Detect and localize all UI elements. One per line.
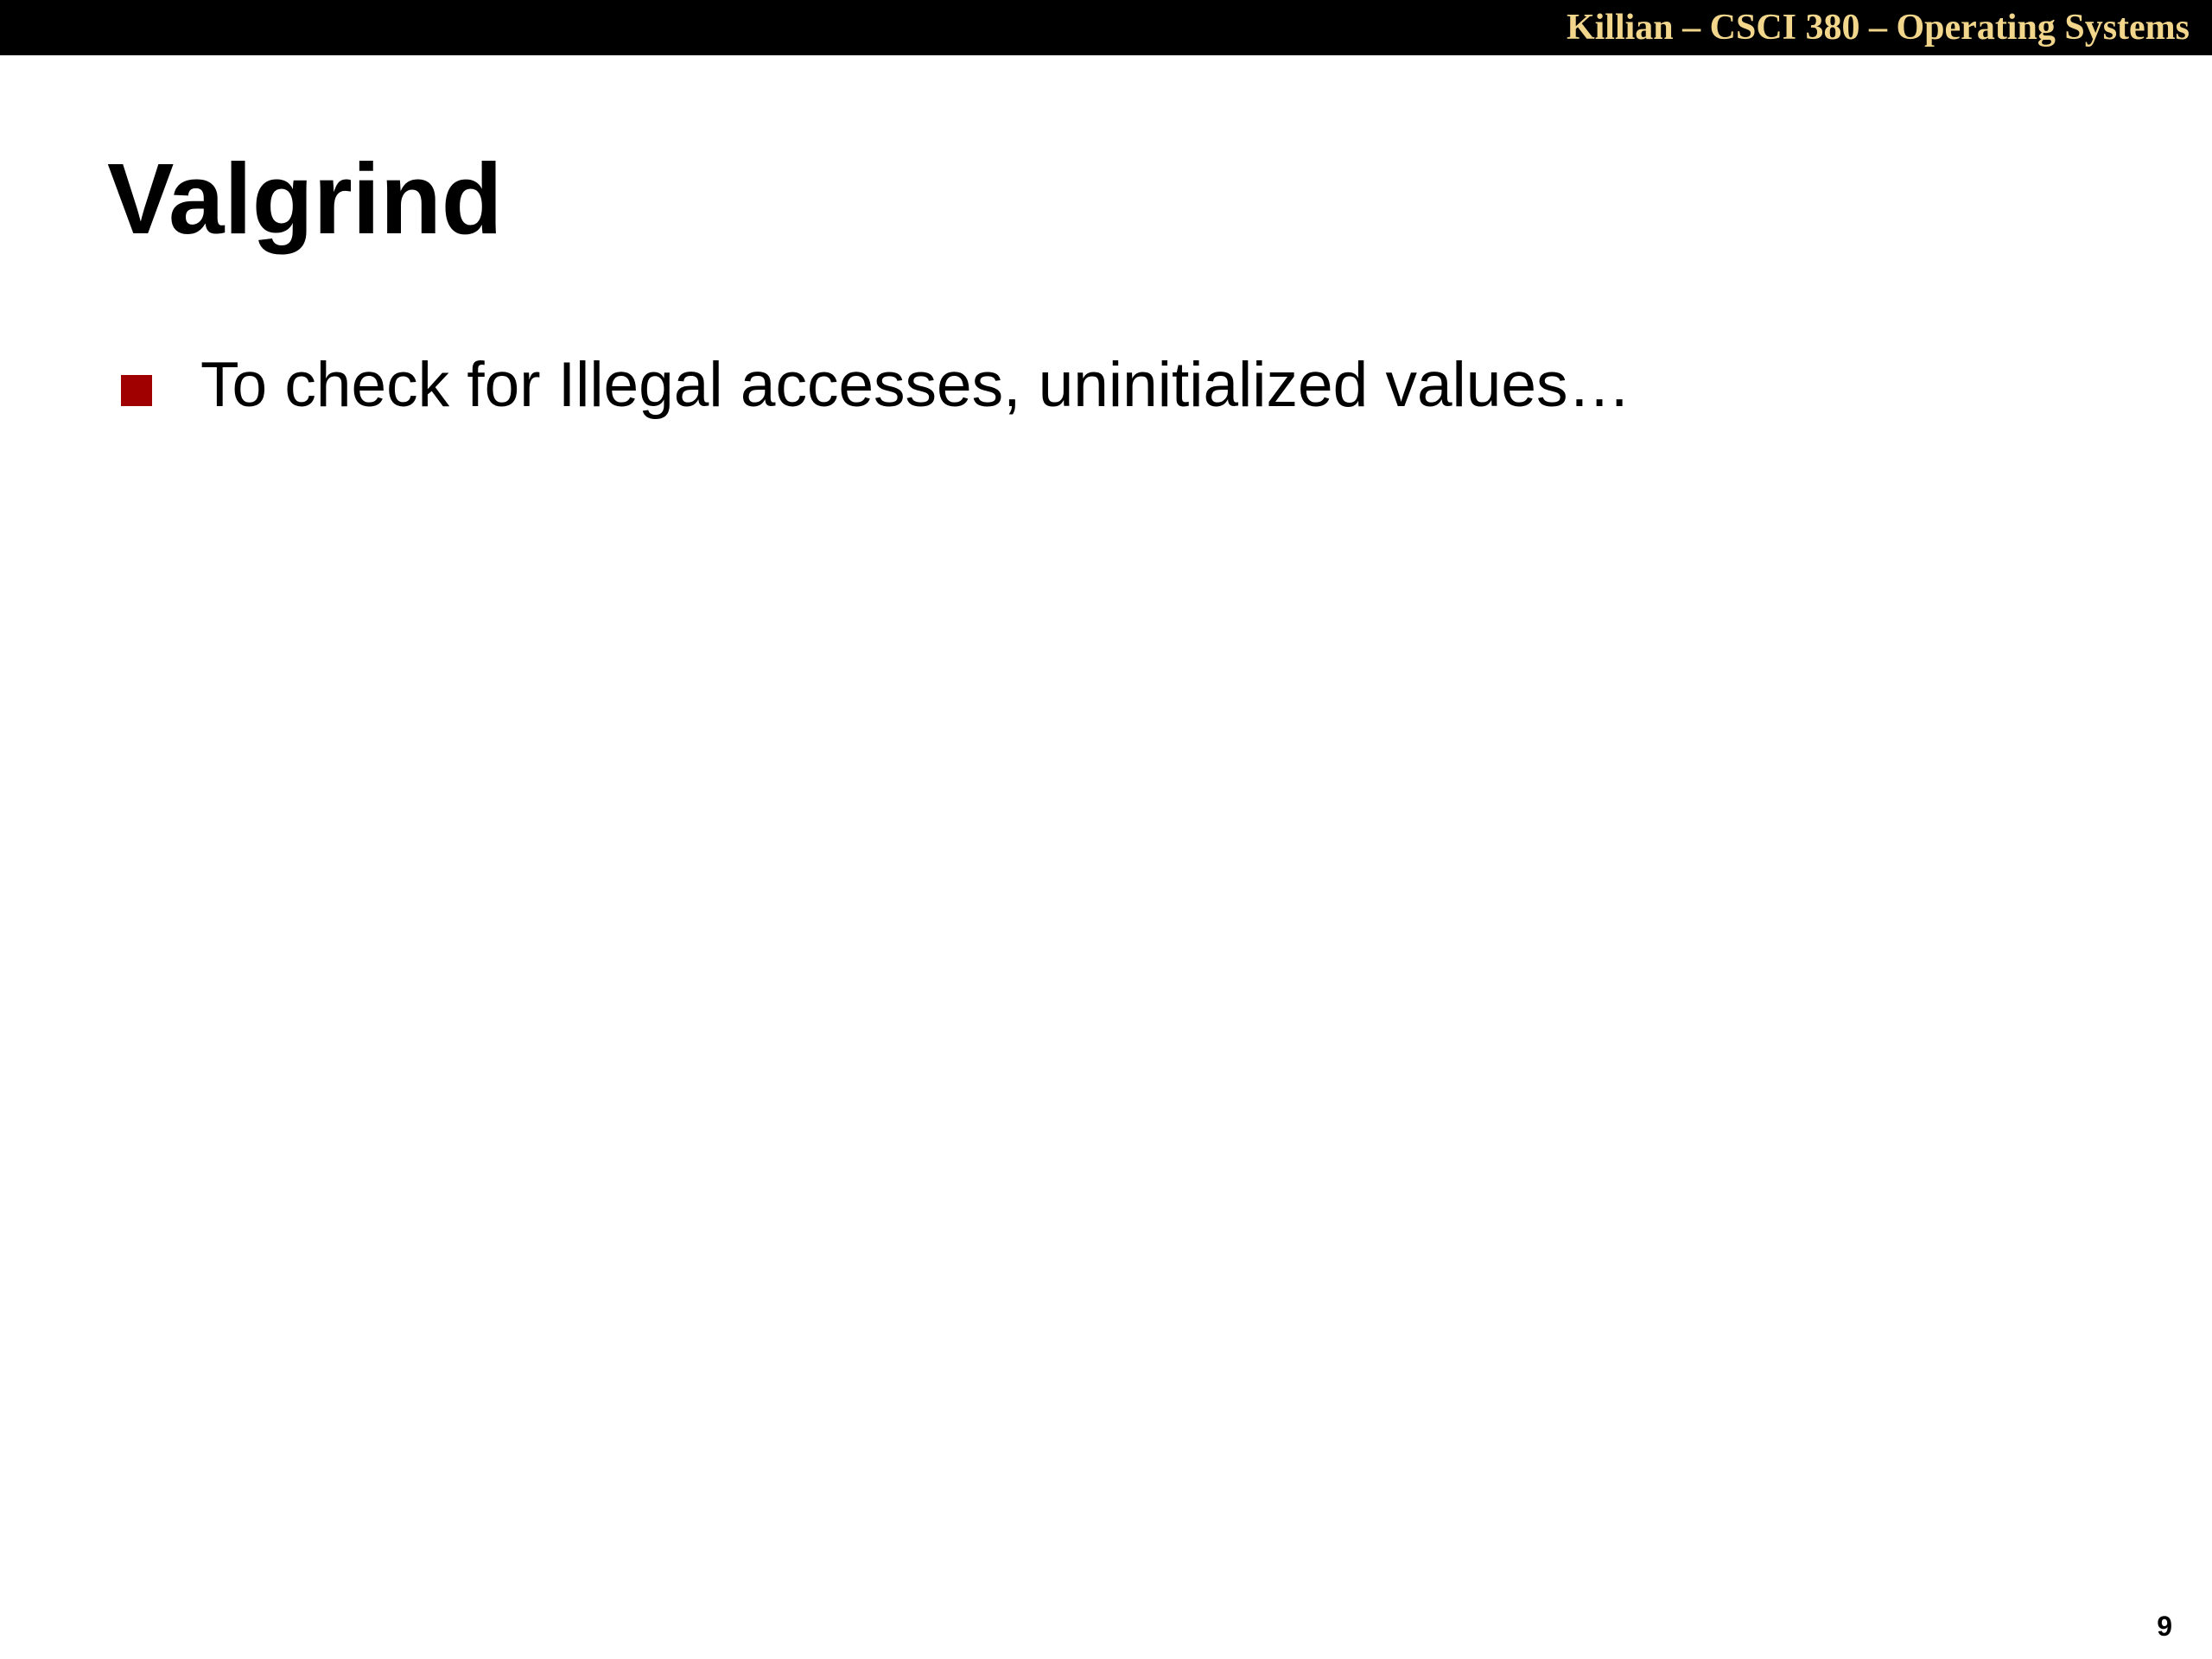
square-bullet-icon [121,375,152,406]
page-number: 9 [2157,1611,2172,1642]
bullet-list: To check for Illegal accesses, uninitial… [121,347,1630,423]
bullet-text: To check for Illegal accesses, uninitial… [200,350,1631,420]
header-bar: Killian – CSCI 380 – Operating Systems [0,0,2212,55]
course-title: Killian – CSCI 380 – Operating Systems [1566,8,2190,48]
list-item: To check for Illegal accesses, uninitial… [121,347,1630,423]
slide-title: Valgrind [107,143,503,255]
